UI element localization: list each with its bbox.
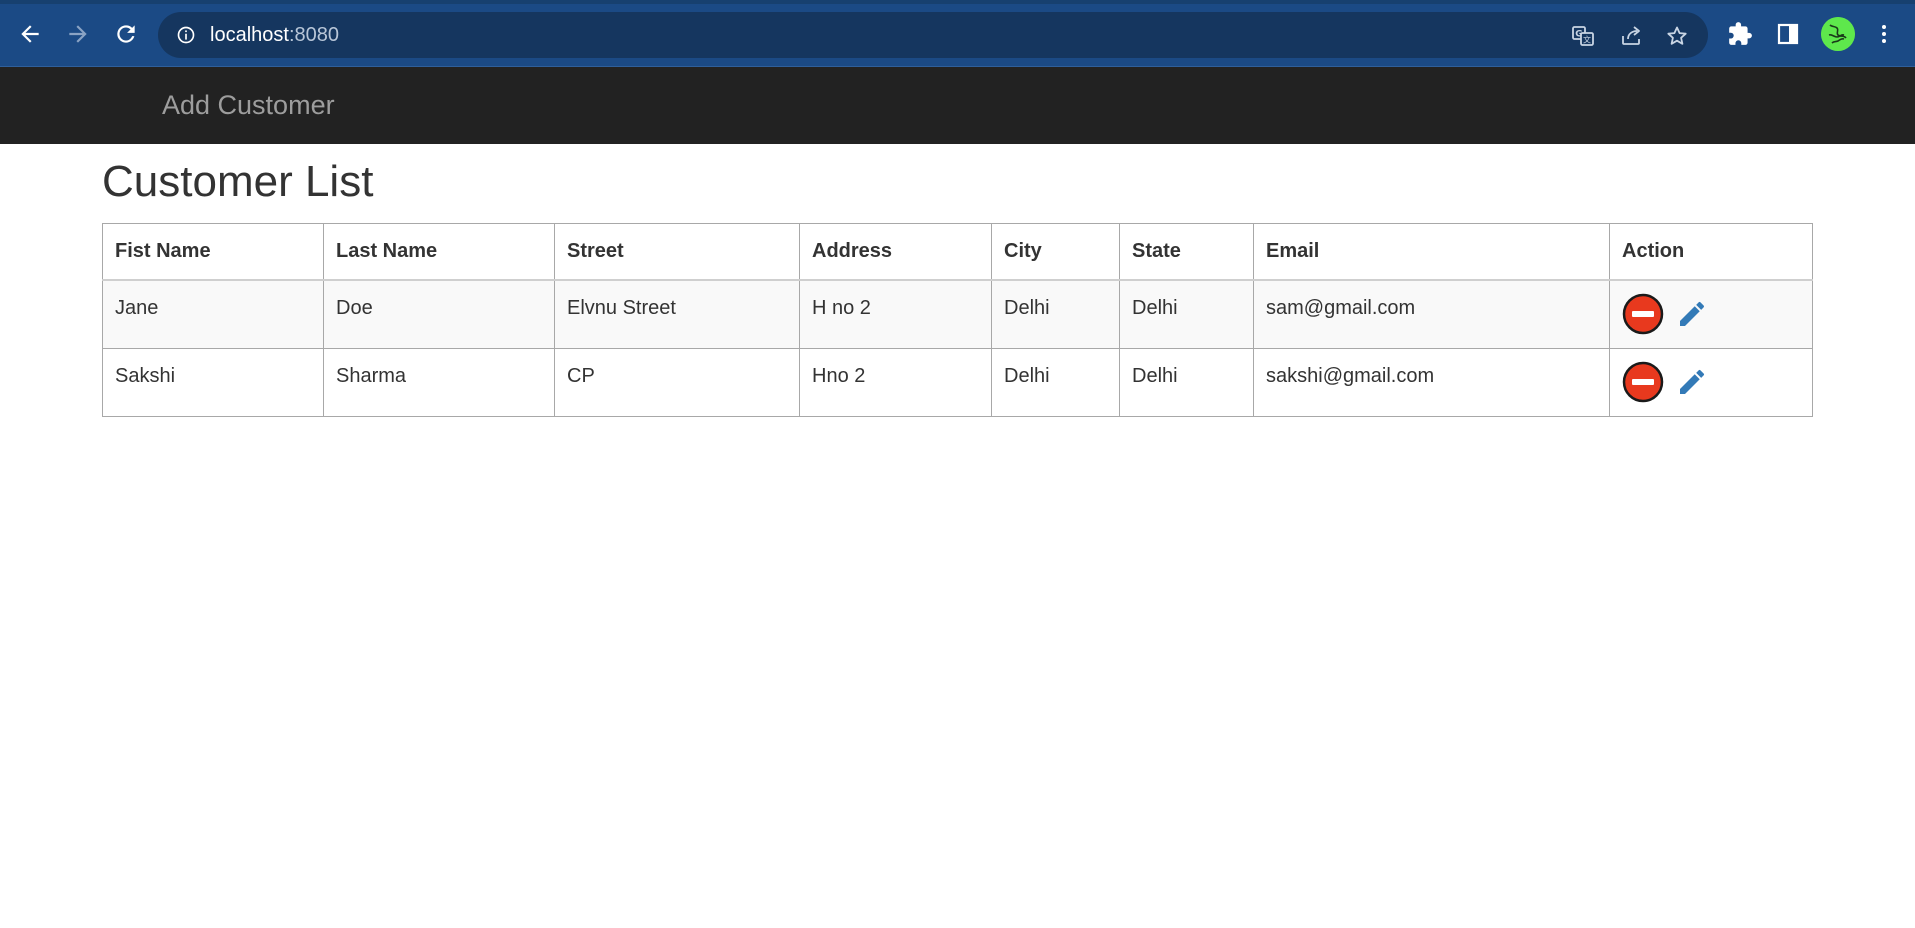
arrow-left-icon xyxy=(21,25,39,43)
column-header-first-name: Fist Name xyxy=(102,223,324,281)
side-panel-button[interactable] xyxy=(1774,20,1802,48)
cell-address: Hno 2 xyxy=(799,347,992,417)
reload-button[interactable] xyxy=(110,18,142,50)
url-host: localhost xyxy=(210,24,289,46)
cell-city: Delhi xyxy=(991,279,1120,349)
back-button[interactable] xyxy=(14,18,46,50)
browser-toolbar: localhost:8080 G 文 xyxy=(0,0,1915,67)
reload-icon xyxy=(117,25,135,43)
cell-street: Elvnu Street xyxy=(554,279,800,349)
column-header-action: Action xyxy=(1609,223,1813,281)
info-icon[interactable] xyxy=(176,25,196,45)
cell-action xyxy=(1609,347,1813,417)
svg-text:文: 文 xyxy=(1583,35,1591,45)
star-icon xyxy=(1667,26,1687,45)
share-button[interactable] xyxy=(1618,23,1644,49)
app-navbar: Add Customer xyxy=(0,67,1915,144)
cell-first-name: Sakshi xyxy=(102,347,324,417)
cell-last-name: Sharma xyxy=(323,347,555,417)
pencil-icon xyxy=(1680,301,1705,326)
browser-menu-button[interactable] xyxy=(1870,20,1898,48)
column-header-email: Email xyxy=(1253,223,1610,281)
customer-table: Fist Name Last Name Street Address City … xyxy=(102,223,1813,417)
cell-state: Delhi xyxy=(1119,279,1254,349)
cell-address: H no 2 xyxy=(799,279,992,349)
cell-email: sam@gmail.com xyxy=(1253,279,1610,349)
minus-circle-icon xyxy=(1622,361,1664,402)
cell-first-name: Jane xyxy=(102,279,324,349)
url-text[interactable]: localhost:8080 xyxy=(210,24,339,46)
avatar[interactable] xyxy=(1821,17,1855,51)
table-header-row: Fist Name Last Name Street Address City … xyxy=(102,223,1813,281)
arrow-right-icon xyxy=(69,25,87,43)
cell-state: Delhi xyxy=(1119,347,1254,417)
table-row: Jane Doe Elvnu Street H no 2 Delhi Delhi… xyxy=(102,279,1813,349)
cell-street: CP xyxy=(554,347,800,417)
table-row: Sakshi Sharma CP Hno 2 Delhi Delhi saksh… xyxy=(102,347,1813,417)
pencil-icon xyxy=(1680,369,1705,394)
translate-icon: G 文 xyxy=(1572,26,1594,46)
cell-email: sakshi@gmail.com xyxy=(1253,347,1610,417)
extensions-button[interactable] xyxy=(1726,20,1754,48)
column-header-address: Address xyxy=(799,223,992,281)
forward-button[interactable] xyxy=(62,18,94,50)
side-panel-icon xyxy=(1777,23,1799,45)
column-header-last-name: Last Name xyxy=(323,223,555,281)
address-bar[interactable]: localhost:8080 G 文 xyxy=(158,12,1708,58)
puzzle-icon xyxy=(1729,22,1752,45)
bookmark-button[interactable] xyxy=(1664,23,1690,49)
cell-city: Delhi xyxy=(991,347,1120,417)
edit-button[interactable] xyxy=(1676,298,1708,330)
translate-button[interactable]: G 文 xyxy=(1570,23,1596,49)
profile-picture-icon xyxy=(1821,17,1855,51)
cell-action xyxy=(1609,279,1813,349)
add-customer-link[interactable]: Add Customer xyxy=(162,89,335,121)
delete-button[interactable] xyxy=(1622,293,1664,335)
kebab-menu-icon xyxy=(1882,25,1886,43)
column-header-state: State xyxy=(1119,223,1254,281)
delete-button[interactable] xyxy=(1622,361,1664,403)
cell-last-name: Doe xyxy=(323,279,555,349)
share-icon xyxy=(1622,26,1640,45)
url-port: :8080 xyxy=(288,24,339,46)
page-title: Customer List xyxy=(102,157,374,206)
column-header-street: Street xyxy=(554,223,800,281)
minus-circle-icon xyxy=(1622,293,1664,335)
edit-button[interactable] xyxy=(1676,366,1708,398)
tab-strip-edge xyxy=(0,0,1915,4)
column-header-city: City xyxy=(991,223,1120,281)
